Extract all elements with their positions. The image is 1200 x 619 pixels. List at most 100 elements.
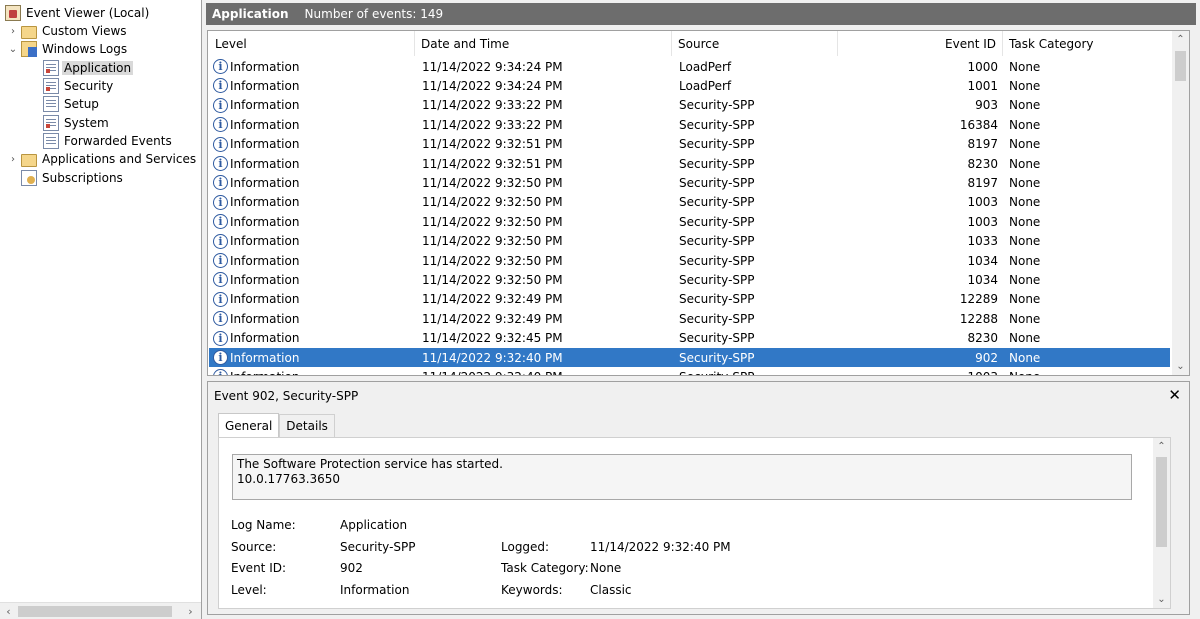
column-header-level[interactable]: Level — [208, 31, 415, 56]
folder-icon — [21, 153, 37, 167]
level-text: Information — [230, 156, 300, 171]
event-detail-pane: Event 902, Security-SPP ✕ General Detail… — [207, 381, 1190, 615]
event-description[interactable]: The Software Protection service has star… — [232, 454, 1132, 500]
tree-item-windows-logs[interactable]: ⌄ Windows Logs — [7, 40, 129, 58]
level-cell: iInformation — [213, 367, 299, 375]
column-header-source[interactable]: Source — [672, 31, 838, 56]
source-cell: Security-SPP — [679, 117, 755, 132]
event-id-cell: 1033 — [967, 234, 998, 249]
table-row[interactable]: i Information 11/14/2022 9:33:22 PM Securit… — [209, 96, 1170, 115]
date-time-cell: 11/14/2022 9:32:50 PM — [422, 214, 563, 229]
column-header-date-time[interactable]: Date and Time — [415, 31, 672, 56]
tree-item-applications-and-services[interactable]: › Applications and Services Lo — [7, 150, 201, 168]
scrollbar-thumb[interactable] — [1175, 51, 1186, 81]
scrollbar-thumb[interactable] — [18, 606, 172, 617]
date-time-cell: 11/14/2022 9:32:50 PM — [422, 234, 563, 249]
scroll-down-icon[interactable]: ⌄ — [1153, 591, 1170, 608]
source-cell: Security-SPP — [679, 175, 755, 190]
task-category-cell: None — [1009, 156, 1041, 171]
chevron-right-icon[interactable]: › — [7, 24, 19, 38]
tree-item-security[interactable]: Security — [43, 77, 115, 95]
log-icon — [43, 96, 59, 112]
information-icon: i — [213, 117, 228, 133]
scroll-right-icon[interactable]: › — [182, 603, 199, 619]
table-row[interactable]: i Information 11/14/2022 9:32:50 PM Securit… — [209, 270, 1170, 289]
table-row[interactable]: i Information 11/14/2022 9:32:51 PM Securit… — [209, 135, 1170, 154]
tree-item-setup[interactable]: Setup — [43, 95, 101, 113]
date-time-cell: 11/14/2022 9:33:22 PM — [422, 98, 563, 113]
tab-details[interactable]: Details — [279, 414, 335, 437]
events-list[interactable]: Level Date and Time Source Event ID Task… — [207, 30, 1190, 376]
table-row[interactable]: i Information 11/14/2022 9:32:49 PM Securit… — [209, 309, 1170, 328]
tree-item-system[interactable]: System — [43, 114, 111, 132]
table-row[interactable]: i Information 11/14/2022 9:32:50 PM Securit… — [209, 232, 1170, 251]
tree-item-custom-views[interactable]: › Custom Views — [7, 22, 129, 40]
table-row[interactable]: i Information 11/14/2022 9:33:22 PM Securit… — [209, 115, 1170, 134]
source-cell: Security-SPP — [679, 292, 755, 307]
scrollbar-thumb[interactable] — [1156, 457, 1167, 547]
source-cell: Security-SPP — [679, 311, 755, 326]
source-cell: LoadPerf — [679, 78, 732, 93]
table-row[interactable]: iInformation 11/14/2022 9:32:40 PM Securit… — [209, 367, 1170, 375]
chevron-right-icon[interactable]: › — [7, 152, 19, 166]
scroll-up-icon[interactable]: ⌃ — [1172, 31, 1189, 48]
column-header-task-category[interactable]: Task Category — [1003, 31, 1171, 56]
task-category-cell: None — [1009, 292, 1041, 307]
column-header-event-id[interactable]: Event ID — [838, 31, 1003, 56]
scroll-up-icon[interactable]: ⌃ — [1153, 438, 1170, 455]
source-cell: Security-SPP — [679, 350, 755, 365]
task-category-cell: None — [1009, 59, 1041, 74]
table-row[interactable]: i Information 11/14/2022 9:32:45 PM Securit… — [209, 329, 1170, 348]
source-cell: Security-SPP — [679, 98, 755, 113]
tree-item-application[interactable]: Application — [43, 59, 134, 77]
table-row[interactable]: i Information 11/14/2022 9:34:24 PM LoadPer… — [209, 76, 1170, 95]
table-row[interactable]: i Information 11/14/2022 9:34:24 PM LoadPer… — [209, 57, 1170, 76]
log-icon — [43, 115, 59, 131]
tree-horizontal-scrollbar[interactable]: ‹ › — [0, 602, 201, 619]
table-row[interactable]: i Information 11/14/2022 9:32:51 PM Securit… — [209, 154, 1170, 173]
table-row[interactable]: iInformation 11/14/2022 9:32:40 PM Securit… — [209, 348, 1170, 368]
events-vertical-scrollbar[interactable]: ⌃ ⌄ — [1172, 31, 1189, 375]
source-cell: LoadPerf — [679, 59, 732, 74]
event-id-value: 902 — [340, 561, 363, 575]
date-time-cell: 11/14/2022 9:33:22 PM — [422, 117, 563, 132]
level-text: Information — [230, 175, 300, 190]
detail-vertical-scrollbar[interactable]: ⌃ ⌄ — [1153, 438, 1170, 608]
event-id-label: Event ID: — [231, 561, 287, 575]
tree-item-forwarded-events[interactable]: Forwarded Events — [43, 132, 174, 150]
task-category-cell: None — [1009, 78, 1041, 93]
level-text: Information — [230, 214, 300, 229]
information-icon: i — [213, 311, 228, 327]
task-category-cell: None — [1009, 214, 1041, 229]
event-id-cell: 8197 — [967, 137, 998, 152]
event-id-cell: 12289 — [959, 292, 998, 307]
close-icon[interactable]: ✕ — [1168, 386, 1181, 404]
table-row[interactable]: i Information 11/14/2022 9:32:49 PM Securit… — [209, 290, 1170, 309]
source-value: Security-SPP — [340, 540, 416, 554]
keywords-value: Classic — [590, 583, 632, 597]
source-cell: Security-SPP — [679, 195, 755, 210]
table-row[interactable]: i Information 11/14/2022 9:32:50 PM Securit… — [209, 251, 1170, 270]
source-label: Source: — [231, 540, 277, 554]
information-icon: i — [213, 136, 228, 152]
table-row[interactable]: i Information 11/14/2022 9:32:50 PM Securit… — [209, 193, 1170, 212]
event-count: Number of events: 149 — [304, 7, 444, 21]
chevron-down-icon[interactable]: ⌄ — [7, 42, 19, 56]
scroll-left-icon[interactable]: ‹ — [0, 603, 17, 619]
source-cell: Security-SPP — [679, 156, 755, 171]
level-cell: iInformation — [213, 96, 299, 115]
tab-general[interactable]: General — [218, 413, 280, 437]
date-time-cell: 11/14/2022 9:32:50 PM — [422, 175, 563, 190]
tree-item-event-viewer[interactable]: Event Viewer (Local) — [5, 4, 151, 22]
information-icon: i — [213, 194, 228, 210]
log-icon — [43, 60, 59, 76]
level-text: Information — [230, 59, 300, 74]
detail-title: Event 902, Security-SPP — [214, 389, 359, 403]
level-cell: iInformation — [213, 232, 299, 251]
tree-item-subscriptions[interactable]: Subscriptions — [21, 169, 125, 187]
table-row[interactable]: i Information 11/14/2022 9:32:50 PM Securit… — [209, 212, 1170, 231]
table-row[interactable]: i Information 11/14/2022 9:32:50 PM Securit… — [209, 173, 1170, 192]
event-id-cell: 903 — [975, 98, 998, 113]
folder-icon — [21, 25, 37, 39]
scroll-down-icon[interactable]: ⌄ — [1172, 358, 1189, 375]
